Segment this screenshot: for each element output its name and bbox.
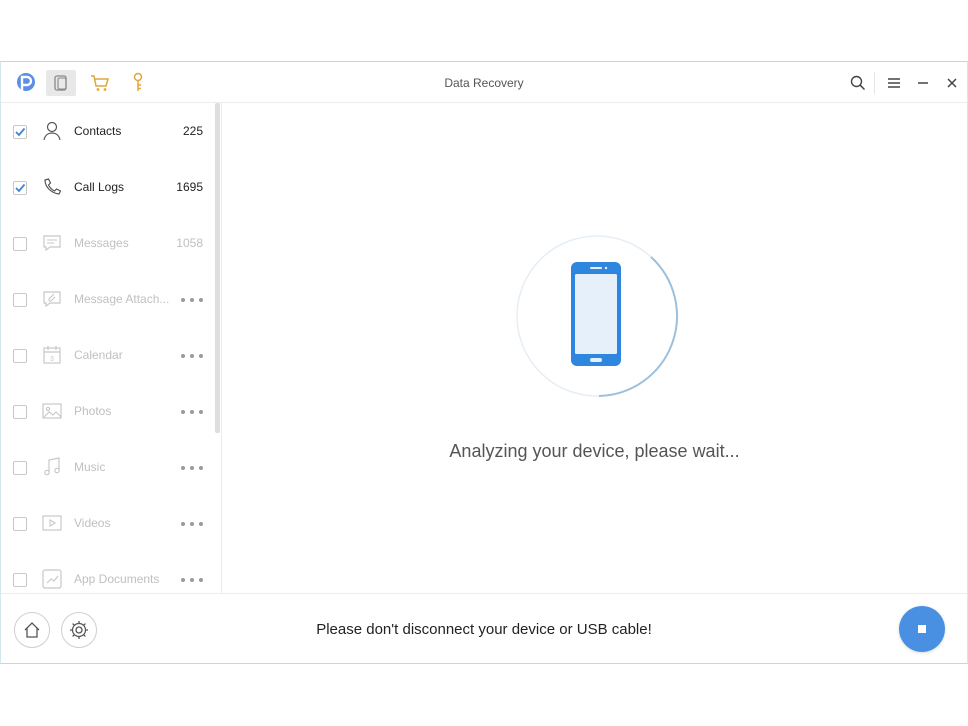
- window-title: Data Recovery: [444, 76, 524, 90]
- search-icon[interactable]: [848, 73, 868, 93]
- category-label: Calendar: [74, 348, 123, 362]
- category-label: Call Logs: [74, 180, 125, 194]
- menu-icon[interactable]: [884, 73, 904, 93]
- category-checkbox[interactable]: [13, 573, 27, 587]
- category-count: 1058: [176, 236, 203, 250]
- category-label: Photos: [74, 404, 112, 418]
- analyzing-status: Analyzing your device, please wait...: [449, 441, 740, 461]
- category-checkbox[interactable]: [13, 125, 27, 139]
- category-checkbox[interactable]: [13, 461, 27, 475]
- photo-icon: [42, 403, 62, 419]
- disconnect-warning: Please don't disconnect your device or U…: [316, 621, 652, 638]
- loading-dots: [181, 353, 203, 359]
- category-checkbox[interactable]: [13, 517, 27, 531]
- footer-bar: Please don't disconnect your device or U…: [1, 593, 967, 664]
- category-item-contacts[interactable]: Contacts 225: [1, 103, 213, 159]
- category-checkbox[interactable]: [13, 405, 27, 419]
- category-item-app-documents[interactable]: App Documents: [1, 551, 213, 593]
- analyzing-progress-ring: [516, 235, 678, 397]
- calendar-icon: 3: [43, 346, 61, 364]
- loading-dots: [181, 297, 203, 303]
- category-label: Contacts: [74, 124, 122, 138]
- title-bar: Data Recovery: [1, 62, 967, 103]
- loading-dots: [181, 465, 203, 471]
- phone-icon: [44, 178, 62, 195]
- category-label: Videos: [74, 516, 111, 530]
- smartphone-icon: [571, 262, 621, 366]
- minimize-icon[interactable]: [913, 73, 933, 93]
- loading-dots: [181, 577, 203, 583]
- category-label: App Documents: [74, 572, 160, 586]
- category-checkbox[interactable]: [13, 181, 27, 195]
- video-icon: [42, 515, 62, 531]
- loading-dots: [181, 409, 203, 415]
- message-icon: [43, 235, 61, 252]
- app-window: Data Recovery Contacts 225 Call Logs 169…: [0, 61, 968, 664]
- category-count: 225: [182, 124, 203, 138]
- category-checkbox[interactable]: [13, 349, 27, 363]
- category-item-photos[interactable]: Photos: [1, 383, 213, 439]
- category-checkbox[interactable]: [13, 293, 27, 307]
- category-count: 1695: [176, 180, 203, 194]
- svg-text:3: 3: [50, 356, 54, 363]
- category-item-call-logs[interactable]: Call Logs 1695: [1, 159, 213, 215]
- close-icon[interactable]: [942, 73, 962, 93]
- category-item-videos[interactable]: Videos: [1, 495, 213, 551]
- category-label: Music: [74, 460, 106, 474]
- category-label: Messages: [74, 236, 129, 250]
- category-item-calendar[interactable]: 3 Calendar: [1, 327, 213, 383]
- category-item-music[interactable]: Music: [1, 439, 213, 495]
- stop-button[interactable]: [899, 606, 945, 652]
- stop-icon: [918, 625, 926, 633]
- category-item-message-attachments[interactable]: Message Attach...: [1, 271, 213, 327]
- app-document-icon: [42, 569, 62, 589]
- main-panel: Analyzing your device, please wait...: [222, 103, 967, 593]
- sidebar-scrollbar[interactable]: [215, 103, 220, 433]
- category-label: Message Attach...: [74, 292, 170, 306]
- attachment-icon: [43, 291, 61, 308]
- contact-icon: [43, 121, 61, 141]
- loading-dots: [181, 521, 203, 527]
- category-checkbox[interactable]: [13, 237, 27, 251]
- music-icon: [44, 457, 60, 476]
- title-separator: [874, 72, 875, 94]
- category-item-messages[interactable]: Messages 1058: [1, 215, 213, 271]
- category-sidebar: Contacts 225 Call Logs 1695 Messages 105…: [1, 103, 222, 593]
